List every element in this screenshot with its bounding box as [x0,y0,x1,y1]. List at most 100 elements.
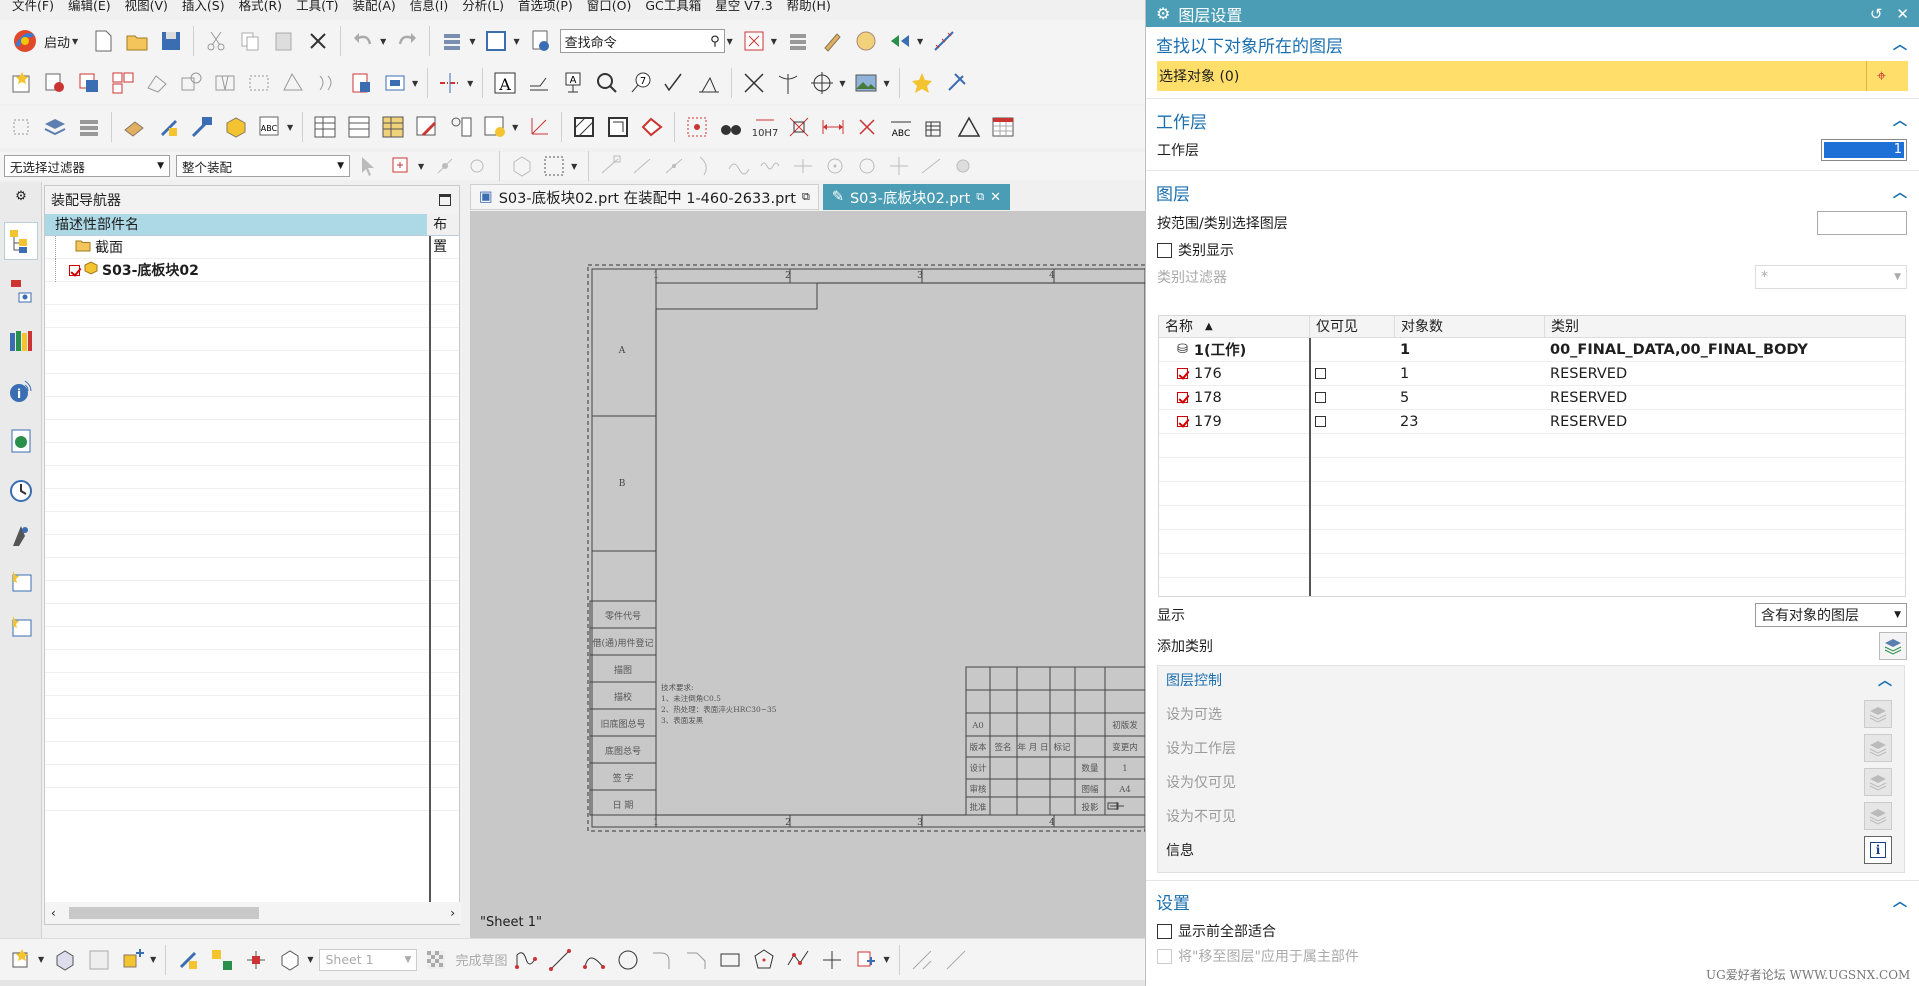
snap-control-icon[interactable] [662,151,688,181]
chamfer-icon[interactable] [681,945,711,975]
projected-view-icon[interactable] [108,68,138,98]
snap-perpendicular-icon[interactable] [790,151,816,181]
finish-sketch-label[interactable]: 完成草图 [455,950,507,969]
centerline-icon[interactable] [435,68,465,98]
note-icon[interactable]: A [490,68,520,98]
paste-icon[interactable] [269,26,299,56]
studio-spline-icon[interactable] [783,945,813,975]
break-view-icon[interactable] [210,68,240,98]
set-selectable-button[interactable] [1864,700,1892,728]
find-section-header[interactable]: 查找以下对象所在的图层 ︿ [1146,27,1919,61]
work-layer-input[interactable]: 1 [1821,139,1907,161]
star-icon[interactable] [907,68,937,98]
column-layout[interactable]: 布置 [427,214,459,255]
cube-filter-icon[interactable] [509,151,535,181]
col-name[interactable]: 名称 ▲ [1159,316,1309,337]
array-component-icon[interactable] [207,945,237,975]
tab-active-part[interactable]: ✎ S03-底板块02.prt ⧉ ✕ [822,184,1011,210]
category-display-row[interactable]: 类别显示 [1146,237,1919,263]
graphics-canvas[interactable]: 1 2 3 4 1 2 3 4 A B 零件代号 借(通)用件登记 描图 描校 … [470,211,1145,938]
circle-icon[interactable] [613,945,643,975]
triangle-icon[interactable] [954,112,984,142]
add-category-button[interactable] [1879,632,1907,660]
layer-stack-icon[interactable] [40,112,70,142]
tree-row-part[interactable]: S03-底板块02 [45,258,459,282]
section-view-icon[interactable] [176,68,206,98]
abc-text-icon[interactable]: ABC [886,112,916,142]
search-icon[interactable]: ⚲ [710,34,720,49]
image-icon[interactable] [851,68,881,98]
hole-table-icon[interactable] [446,112,476,142]
hub-icon[interactable] [464,151,490,181]
set-work-layer-button[interactable] [1864,734,1892,762]
snap-wave-icon[interactable] [758,151,784,181]
palette-icon[interactable] [851,26,881,56]
clearance-icon[interactable] [275,945,305,975]
abc-table-icon[interactable] [480,112,510,142]
close-cross-icon[interactable] [739,68,769,98]
drawing-sheet-icon[interactable] [346,68,376,98]
col-object-count[interactable]: 对象数 [1394,316,1544,337]
select-arrow-icon[interactable] [356,151,382,181]
add-component-icon[interactable] [118,945,148,975]
tolerance-icon[interactable]: 10H7 [750,112,780,142]
move-object-icon[interactable] [153,112,183,142]
polygon-icon[interactable] [749,945,779,975]
menu-insert[interactable]: 插入(S) [182,0,225,14]
parts-list-icon[interactable] [344,112,374,142]
fit-all-row[interactable]: 显示前全部适合 [1146,919,1919,943]
menu-view[interactable]: 视图(V) [125,0,168,14]
save-icon[interactable] [156,26,186,56]
edit-table-icon[interactable] [412,112,442,142]
settings-gear-icon[interactable]: ⚙ [4,184,38,208]
paint-icon[interactable] [817,26,847,56]
tab-close-icon[interactable]: ✕ [990,190,1001,205]
quick-extend-icon[interactable] [941,945,971,975]
fit-all-checkbox[interactable] [1157,923,1172,939]
collapse-icon[interactable]: ︿ [1893,891,1907,911]
update-view-icon[interactable] [278,68,308,98]
collapse-icon[interactable]: ︿ [1893,182,1907,202]
select-type-icon[interactable] [388,151,414,181]
collapse-icon[interactable]: ︿ [1878,670,1892,690]
target-icon[interactable] [807,68,837,98]
quick-trim-icon[interactable] [907,945,937,975]
pattern-icon[interactable] [603,112,633,142]
sheet-template-icon[interactable] [84,945,114,975]
visible-only-checkbox[interactable] [1315,416,1326,427]
system-scene-icon[interactable] [4,607,38,645]
profile-icon[interactable] [511,945,541,975]
menu-analysis[interactable]: 分析(L) [462,0,504,14]
menu-help[interactable]: 帮助(H) [787,0,831,14]
assembly-navigator-icon[interactable] [4,222,38,260]
menu-window[interactable]: 窗口(O) [587,0,632,14]
fillet-icon[interactable] [647,945,677,975]
menu-xingkong[interactable]: 星空 V7.3 [715,0,772,14]
view-style-icon[interactable] [380,68,410,98]
render-icon[interactable] [885,26,915,56]
menu-info[interactable]: 信息(I) [410,0,448,14]
pin-icon[interactable] [941,68,971,98]
layer-settings-icon[interactable] [783,26,813,56]
table-row[interactable]: 178 5 RESERVED [1159,386,1905,410]
matrix-icon[interactable] [920,112,950,142]
window-icon[interactable] [481,26,511,56]
rect-select-icon[interactable] [541,151,567,181]
binocular-icon[interactable] [716,112,746,142]
move-layer-checkbox[interactable] [1157,948,1172,964]
visible-only-checkbox[interactable] [1315,368,1326,379]
layer-icon[interactable] [437,26,467,56]
snap-spline-icon[interactable] [726,151,752,181]
part-navigator-icon[interactable] [50,945,80,975]
reuse-library-icon[interactable] [4,322,38,360]
bounding-icon[interactable] [6,112,36,142]
menu-assembly[interactable]: 装配(A) [352,0,395,14]
hatch-icon[interactable] [569,112,599,142]
crosshair-icon[interactable]: ⌖ [1866,61,1896,91]
tab-assembly-context[interactable]: ▣ S03-底板块02.prt 在装配中 1-460-2633.prt ⧉ [470,184,819,210]
balloon-icon[interactable]: 7 [626,68,656,98]
info-button[interactable]: i [1864,836,1892,864]
constraint-icon[interactable] [851,945,881,975]
collapse-icon[interactable]: ︿ [1893,34,1907,54]
tree-row-section[interactable]: 截面 [45,235,459,259]
